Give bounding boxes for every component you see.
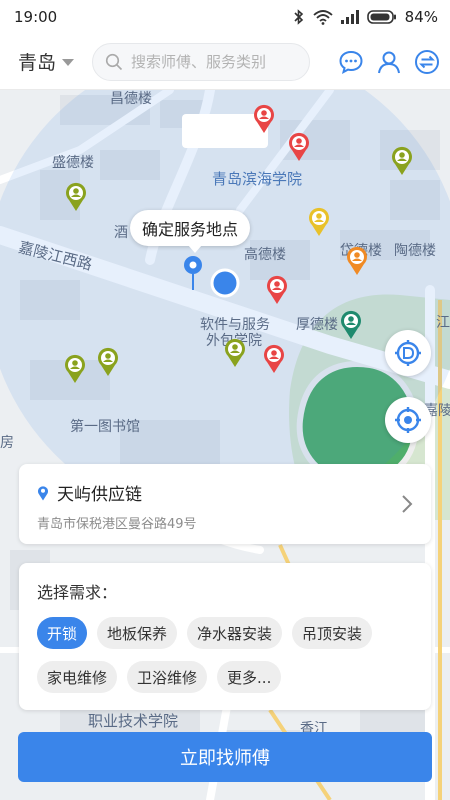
- worker-pin[interactable]: [307, 207, 331, 237]
- map-label-jiang: 江: [436, 315, 450, 331]
- map-label-shengdelou: 盛德楼: [52, 155, 94, 171]
- callout-text: 确定服务地点: [142, 220, 239, 239]
- worker-pin[interactable]: [287, 132, 311, 162]
- status-icons: 84%: [293, 8, 438, 26]
- locate-button[interactable]: [385, 397, 431, 443]
- address-title: 天屿供应链: [57, 485, 142, 505]
- city-label: 青岛: [18, 52, 57, 74]
- worker-pin[interactable]: [252, 104, 276, 134]
- worker-pin[interactable]: [96, 347, 120, 377]
- chat-icon[interactable]: [338, 49, 364, 75]
- tag-floor-care[interactable]: 地板保养: [97, 617, 178, 649]
- location-icon: [38, 485, 48, 500]
- battery-level: 84%: [404, 8, 438, 26]
- map-label-binhai: 青岛滨海学院: [212, 170, 303, 188]
- worker-pin[interactable]: [64, 182, 88, 212]
- map-label-taodelou: 陶德楼: [394, 243, 436, 259]
- tag-bathroom-repair[interactable]: 卫浴维修: [127, 661, 208, 693]
- search-icon: [105, 53, 123, 70]
- address-detail: 青岛市保税港区曼谷路49号: [37, 517, 197, 532]
- switch-icon[interactable]: [414, 49, 440, 75]
- find-master-button[interactable]: 立即找师傅: [18, 732, 432, 782]
- top-bar: 青岛: [0, 34, 450, 90]
- address-card[interactable]: 天屿供应链 青岛市保税港区曼谷路49号: [19, 464, 431, 544]
- current-location-dot: [210, 268, 240, 298]
- signal-icon: [340, 10, 359, 24]
- map-label-jiu: 酒: [114, 225, 128, 241]
- service-location-callout: 确定服务地点: [130, 210, 251, 253]
- tag-water-purifier[interactable]: 净水器安装: [187, 617, 283, 649]
- chevron-down-icon: [62, 59, 75, 66]
- status-bar: 19:00 84%: [0, 0, 450, 34]
- search-box[interactable]: [92, 42, 310, 81]
- wifi-icon: [313, 10, 333, 25]
- compass-d-icon: [395, 340, 421, 366]
- city-selector[interactable]: 青岛: [18, 48, 92, 75]
- demand-tags: 开锁 地板保养 净水器安装 吊顶安装 家电维修 卫浴维修 更多...: [37, 617, 413, 693]
- demand-title: 选择需求：: [37, 583, 118, 602]
- tag-appliance-repair[interactable]: 家电维修: [37, 661, 118, 693]
- demand-card: 选择需求： 开锁 地板保养 净水器安装 吊顶安装 家电维修 卫浴维修 更多...: [19, 563, 431, 710]
- map-label-library: 第一图书馆: [70, 419, 140, 435]
- location-pin-icon[interactable]: [182, 254, 204, 294]
- tag-unlock[interactable]: 开锁: [37, 617, 88, 649]
- worker-pin[interactable]: [339, 310, 363, 340]
- map-label-gaodelou: 高德楼: [244, 247, 286, 263]
- nearby-button[interactable]: [385, 330, 431, 376]
- worker-pin[interactable]: [345, 246, 369, 276]
- worker-pin[interactable]: [262, 344, 286, 374]
- tag-ceiling[interactable]: 吊顶安装: [292, 617, 373, 649]
- worker-pin[interactable]: [223, 338, 247, 368]
- worker-pin[interactable]: [63, 354, 87, 384]
- top-actions: [338, 49, 440, 75]
- chevron-right-icon: [402, 495, 413, 513]
- map-label-zhiye: 职业技术学院: [88, 712, 179, 730]
- user-icon[interactable]: [376, 49, 402, 75]
- map-label-fang: 房: [0, 435, 14, 451]
- worker-pin[interactable]: [265, 275, 289, 305]
- crosshair-icon: [395, 407, 421, 433]
- map-label-changdelou: 昌德楼: [110, 91, 152, 107]
- battery-icon: [366, 10, 396, 24]
- bluetooth-icon: [294, 9, 303, 25]
- status-time: 19:00: [14, 8, 58, 26]
- map-label-houdelou: 厚德楼: [296, 317, 338, 333]
- search-input[interactable]: [131, 52, 291, 71]
- tag-more[interactable]: 更多...: [217, 661, 282, 693]
- worker-pin[interactable]: [390, 146, 414, 176]
